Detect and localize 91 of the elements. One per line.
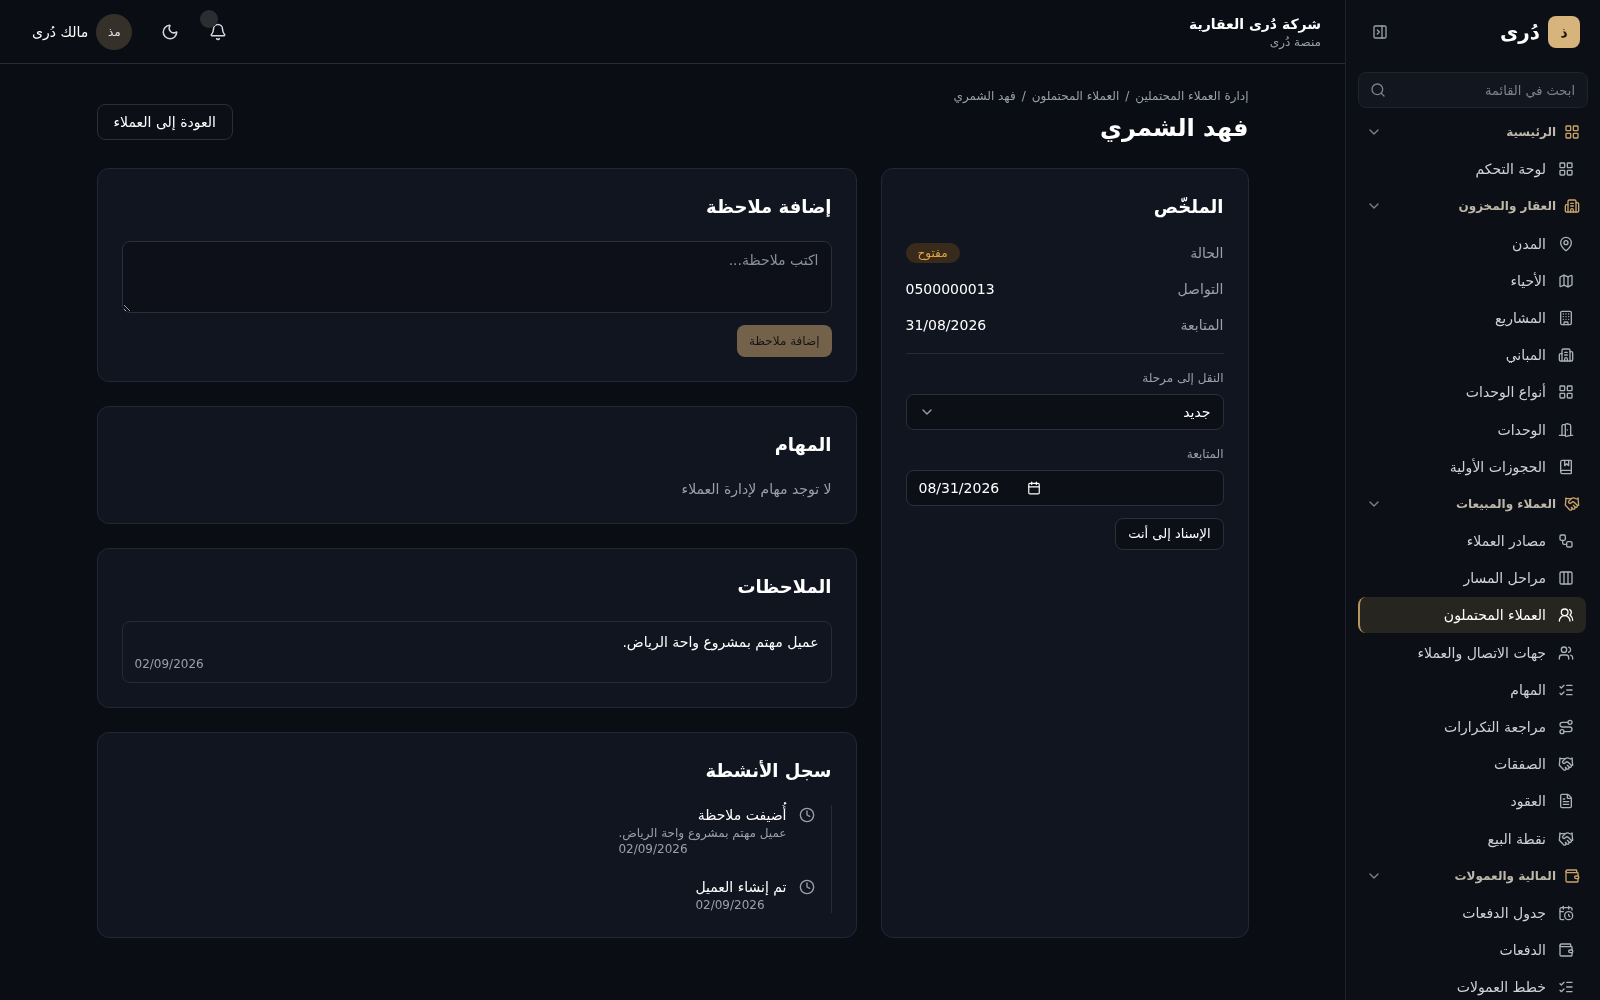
activity-detail: عميل مهتم بمشروع واحة الرياض. (618, 825, 787, 841)
clock-icon (798, 879, 815, 895)
sidebar-item[interactable]: الدفعات (1358, 932, 1586, 969)
field-label: الحالة (1190, 244, 1224, 263)
search-icon (1370, 82, 1386, 98)
platform-name: منصة دُرى (1268, 33, 1321, 50)
assign-button[interactable]: الإسناد إلى أنت (1115, 518, 1224, 550)
grid-icon (1564, 124, 1580, 140)
calendar-icon (1027, 481, 1042, 495)
workflow-icon (1558, 533, 1574, 550)
breadcrumb-separator: / (1125, 88, 1130, 104)
sidebar-item[interactable]: الحجوزات الأولية (1358, 448, 1586, 485)
brand-name: دُرى (1499, 19, 1540, 46)
handshake-icon (1558, 830, 1574, 847)
note-text: عميل مهتم بمشروع واحة الرياض. (621, 633, 819, 652)
panel-icon (1372, 24, 1388, 40)
field-label: المتابعة (1185, 446, 1224, 462)
map-pin-icon (1558, 235, 1574, 252)
date-field[interactable]: 08/31/2026 (905, 470, 1224, 506)
card-title: الملخّص (1152, 195, 1224, 220)
user-name: مالك دُرى (32, 22, 89, 42)
sidebar-item[interactable]: جهات الاتصال والعملاء (1358, 634, 1586, 671)
sidebar-item[interactable]: المباني (1358, 337, 1586, 374)
card-title: إضافة ملاحظة (705, 195, 832, 219)
route-icon (1558, 719, 1574, 735)
company-name: شركة دُرى العقارية (1188, 14, 1321, 34)
moon-icon (161, 22, 180, 41)
grid-icon (1558, 161, 1574, 178)
sidebar-item[interactable]: الوحدات (1358, 411, 1586, 448)
sidebar-item[interactable]: مراجعة التكرارات (1358, 709, 1586, 745)
calendar-clock-icon (1558, 904, 1574, 921)
card-title: سجل الأنشطة (705, 759, 832, 783)
sidebar-item[interactable]: الأحياء (1358, 262, 1586, 299)
sidebar-section[interactable]: المالية والعمولات (1358, 857, 1588, 894)
sidebar-section[interactable]: العقار والمخزون (1358, 188, 1588, 225)
sidebar-item[interactable]: المدن (1358, 225, 1586, 262)
sidebar-item[interactable]: العقود (1358, 783, 1586, 820)
document-icon (1558, 793, 1574, 810)
activity-date: 02/09/2026 (618, 841, 689, 857)
note-date: 02/09/2026 (134, 656, 205, 672)
bookmark-icon (1558, 458, 1574, 475)
card-title: الملاحظات (737, 575, 832, 599)
empty-state-text: لا توجد مهام لإدارة العملاء (681, 480, 832, 499)
buildings-icon (1564, 198, 1580, 215)
activity-date: 02/09/2026 (695, 897, 766, 913)
sidebar-item[interactable]: العملاء المحتملون (1358, 597, 1586, 634)
user-avatar[interactable]: مذ (96, 13, 133, 50)
columns-icon (1558, 570, 1574, 587)
sidebar-item[interactable]: جدول الدفعات (1358, 894, 1586, 931)
sidebar-item[interactable]: خطط العمولات (1358, 969, 1586, 1000)
sidebar-item[interactable]: نقطة البيع (1358, 820, 1586, 857)
clock-icon (798, 807, 815, 823)
sidebar-item[interactable]: أنواع الوحدات (1358, 374, 1586, 411)
handshake-icon (1564, 495, 1580, 512)
card-title: المهام (774, 433, 832, 458)
field-value: 0500000013 (905, 280, 995, 299)
buildings-icon (1558, 347, 1574, 364)
bell-icon (209, 22, 228, 41)
field-label: المتابعة (1180, 316, 1224, 335)
breadcrumb-current: فهد الشمري (953, 88, 1016, 104)
search-field[interactable]: ابحث في القائمة (1358, 72, 1588, 108)
page-title: فهد الشمري (1099, 113, 1249, 144)
sidebar-item[interactable]: المشاريع (1358, 299, 1586, 336)
status-badge: مفتوح (905, 243, 960, 263)
logo-tile: ذ (1548, 16, 1580, 48)
building-icon (1558, 309, 1574, 326)
stage-select[interactable]: جديد (905, 394, 1224, 430)
back-button[interactable]: العودة إلى العملاء (96, 104, 233, 140)
wallet-icon (1558, 942, 1574, 959)
sidebar-item[interactable]: مصادر العملاء (1358, 523, 1586, 560)
breadcrumb-separator: / (1021, 88, 1026, 104)
sidebar-item[interactable]: لوحة التحكم (1358, 151, 1586, 188)
wallet-icon (1564, 867, 1580, 884)
breadcrumb-link[interactable]: إدارة العملاء المحتملين (1135, 88, 1249, 104)
users-icon (1558, 607, 1574, 624)
door-icon (1558, 421, 1574, 438)
activity-title: تم إنشاء العميل (695, 878, 787, 897)
grid-icon (1558, 384, 1574, 401)
note-field[interactable]: اكتب ملاحظة... (121, 241, 832, 313)
sidebar-section[interactable]: الرئيسية (1358, 114, 1588, 150)
sidebar-section[interactable]: العملاء والمبيعات (1358, 485, 1588, 522)
field-label: التواصل (1177, 280, 1224, 299)
sidebar-item[interactable]: الصفقات (1358, 746, 1586, 783)
handshake-icon (1558, 756, 1574, 773)
field-label: النقل إلى مرحلة (1141, 370, 1224, 386)
breadcrumb-link[interactable]: العملاء المحتملون (1031, 88, 1120, 104)
sidebar-item[interactable]: المهام (1358, 671, 1586, 708)
sidebar-item[interactable]: مراحل المسار (1358, 560, 1586, 597)
users-icon (1558, 644, 1574, 661)
field-value: 31/08/2026 (905, 316, 987, 335)
map-icon (1558, 272, 1574, 289)
